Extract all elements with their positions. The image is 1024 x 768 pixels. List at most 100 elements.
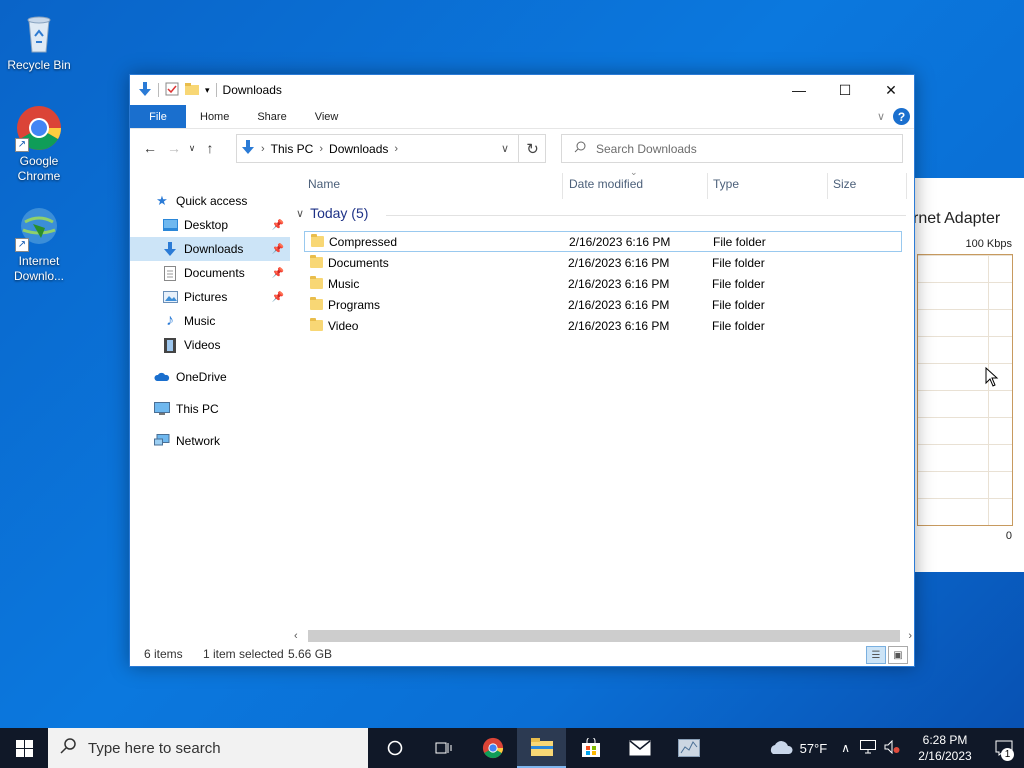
- nav-item-desktop[interactable]: Desktop 📌: [130, 213, 290, 237]
- weather-temperature[interactable]: 57°F: [800, 741, 828, 756]
- mail-taskbar-icon[interactable]: [615, 728, 664, 768]
- breadcrumb-this-pc[interactable]: This PC: [271, 142, 314, 156]
- desktop-icon-internet-download-manager[interactable]: ↗ Internet Downlo...: [1, 204, 77, 284]
- tab-share[interactable]: Share: [243, 105, 300, 128]
- task-view-icon[interactable]: [419, 728, 468, 768]
- nav-item-pictures[interactable]: Pictures 📌: [130, 285, 290, 309]
- close-button[interactable]: ✕: [868, 75, 914, 105]
- collapse-chevron-icon[interactable]: ∨: [296, 207, 304, 220]
- nav-item-videos[interactable]: Videos: [130, 333, 290, 357]
- network-status-icon[interactable]: [860, 739, 876, 757]
- store-taskbar-icon[interactable]: [566, 728, 615, 768]
- group-header-today[interactable]: ∨ Today (5): [296, 205, 368, 221]
- nav-item-documents[interactable]: Documents 📌: [130, 261, 290, 285]
- group-label: Today (5): [310, 205, 369, 221]
- scroll-thumb[interactable]: [308, 630, 900, 642]
- folder-icon: [310, 276, 323, 289]
- pin-icon[interactable]: 📌: [272, 244, 284, 255]
- help-icon[interactable]: ?: [893, 108, 910, 125]
- breadcrumb-chevron-icon[interactable]: ›: [394, 143, 398, 155]
- forward-arrow-icon[interactable]: →: [162, 140, 186, 156]
- search-input[interactable]: Search Downloads: [596, 142, 697, 156]
- pin-icon[interactable]: 📌: [272, 220, 284, 231]
- pin-icon[interactable]: 📌: [272, 292, 284, 303]
- file-name: Video: [328, 318, 359, 333]
- clock-time: 6:28 PM: [922, 733, 968, 747]
- column-header-date-modified[interactable]: Date modified: [569, 177, 643, 191]
- file-row-music[interactable]: Music 2/16/2023 6:16 PM File folder: [304, 273, 902, 294]
- customize-toolbar-icon[interactable]: ▾: [205, 85, 210, 96]
- desktop-icon-google-chrome[interactable]: ↗ Google Chrome: [1, 104, 77, 184]
- network-monitor-taskbar-icon[interactable]: [664, 728, 713, 768]
- tab-home[interactable]: Home: [186, 105, 243, 128]
- desktop-icon-label: Google Chrome: [17, 154, 61, 183]
- network-monitor-window[interactable]: rnet Adapter 100 Kbps 0: [912, 178, 1024, 572]
- pictures-folder-icon: [162, 289, 178, 305]
- properties-icon[interactable]: [165, 82, 179, 99]
- file-row-documents[interactable]: Documents 2/16/2023 6:16 PM File folder: [304, 252, 902, 273]
- desktop-icon-recycle-bin[interactable]: Recycle Bin: [1, 8, 77, 73]
- file-row-programs[interactable]: Programs 2/16/2023 6:16 PM File folder: [304, 294, 902, 315]
- nav-item-this-pc[interactable]: This PC: [130, 397, 290, 421]
- recycle-bin-icon: [15, 8, 63, 56]
- cortana-icon[interactable]: [370, 728, 419, 768]
- scroll-left-icon[interactable]: ‹: [294, 630, 298, 642]
- volume-muted-icon[interactable]: [884, 739, 900, 757]
- maximize-button[interactable]: ☐: [822, 75, 868, 105]
- scroll-right-icon[interactable]: ›: [908, 630, 912, 642]
- show-hidden-icons-chevron-icon[interactable]: ∧: [841, 741, 850, 755]
- refresh-button[interactable]: ↻: [518, 134, 546, 163]
- mouse-cursor-icon: [985, 366, 999, 390]
- column-header-type[interactable]: Type: [713, 177, 739, 191]
- address-bar[interactable]: › This PC › Downloads › ∨: [236, 134, 546, 163]
- folder-icon: [310, 297, 323, 310]
- taskbar: Type here to search 57°F ∧ 6:28 PM 2/16/…: [0, 728, 1024, 768]
- breadcrumb-chevron-icon[interactable]: ›: [261, 143, 265, 155]
- file-date: 2/16/2023 6:16 PM: [568, 276, 670, 291]
- sort-chevron-icon: ⌄: [630, 167, 638, 177]
- nav-item-onedrive[interactable]: OneDrive: [130, 365, 290, 389]
- column-header-name[interactable]: Name: [308, 177, 340, 191]
- recent-locations-chevron-icon[interactable]: ∨: [186, 143, 198, 154]
- new-folder-icon[interactable]: [185, 82, 199, 98]
- clock[interactable]: 6:28 PM 2/16/2023: [906, 732, 984, 764]
- nav-quick-access[interactable]: ★ Quick access: [130, 189, 290, 213]
- breadcrumb-downloads[interactable]: Downloads: [329, 142, 388, 156]
- taskbar-search-input[interactable]: Type here to search: [88, 740, 221, 757]
- system-tray: 57°F ∧ 6:28 PM 2/16/2023 1: [768, 728, 1024, 768]
- breadcrumb-chevron-icon[interactable]: ›: [319, 143, 323, 155]
- back-arrow-icon[interactable]: ←: [138, 140, 162, 156]
- nav-item-music[interactable]: ♪ Music: [130, 309, 290, 333]
- nav-item-downloads[interactable]: Downloads 📌: [130, 237, 290, 261]
- download-arrow-icon: [138, 81, 152, 100]
- chrome-taskbar-icon[interactable]: [468, 728, 517, 768]
- file-row-compressed[interactable]: Compressed 2/16/2023 6:16 PM File folder: [304, 231, 902, 252]
- tab-view[interactable]: View: [301, 105, 353, 128]
- minimize-button[interactable]: —: [776, 75, 822, 105]
- details-view-icon[interactable]: ☰: [866, 646, 886, 664]
- up-arrow-icon[interactable]: ↑: [198, 140, 222, 156]
- pin-icon[interactable]: 📌: [272, 268, 284, 279]
- nav-label: Quick access: [176, 194, 248, 208]
- ribbon-tabs: File Home Share View ∨ ?: [130, 105, 914, 129]
- file-explorer-window[interactable]: ▾ Downloads — ☐ ✕ File Home Share View ∨…: [129, 74, 915, 667]
- start-button[interactable]: [0, 728, 48, 768]
- tab-file[interactable]: File: [130, 105, 186, 128]
- file-explorer-taskbar-icon[interactable]: [517, 728, 566, 768]
- title-bar[interactable]: ▾ Downloads — ☐ ✕: [130, 75, 914, 105]
- file-name: Music: [328, 276, 360, 291]
- expand-ribbon-icon[interactable]: ∨: [877, 110, 885, 123]
- search-box[interactable]: Search Downloads: [561, 134, 903, 163]
- action-center-button[interactable]: 1: [984, 728, 1024, 768]
- desktop-icon-label: Recycle Bin: [7, 58, 71, 72]
- address-dropdown-icon[interactable]: ∨: [501, 142, 509, 155]
- column-header-size[interactable]: Size: [833, 177, 856, 191]
- taskbar-search[interactable]: Type here to search: [48, 728, 368, 768]
- file-row-video[interactable]: Video 2/16/2023 6:16 PM File folder: [304, 315, 902, 336]
- weather-cloud-icon[interactable]: [768, 739, 794, 758]
- nav-item-network[interactable]: Network: [130, 429, 290, 453]
- file-type: File folder: [712, 318, 765, 333]
- large-icons-view-icon[interactable]: ▣: [888, 646, 908, 664]
- file-date: 2/16/2023 6:16 PM: [568, 297, 670, 312]
- idm-icon: ↗: [15, 204, 63, 252]
